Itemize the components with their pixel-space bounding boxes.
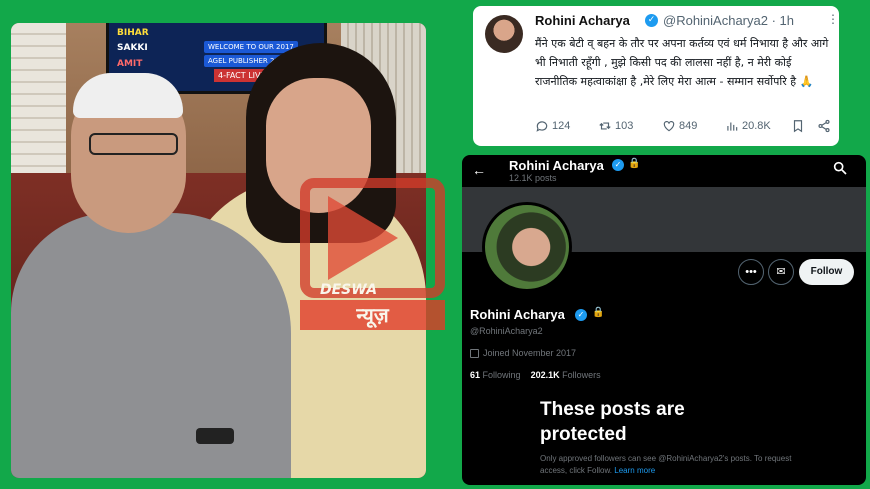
tweet-card[interactable]: Rohini Acharya ✓ @RohiniAcharya2 · 1h ⋮ …: [473, 6, 839, 146]
more-options-button[interactable]: •••: [738, 259, 764, 285]
share-icon: [818, 119, 830, 133]
followers-label: Followers: [562, 370, 601, 380]
watermark-hindi: न्यूज़: [300, 300, 445, 330]
avatar[interactable]: [482, 202, 572, 292]
message-button[interactable]: ✉: [768, 259, 794, 285]
bookmark-icon: [793, 120, 803, 133]
verified-badge-icon: ✓: [575, 309, 587, 321]
avatar[interactable]: [485, 15, 523, 53]
more-options-icon[interactable]: ⋮: [827, 12, 839, 26]
search-icon[interactable]: [832, 160, 848, 176]
photo-man-body: [11, 213, 291, 478]
retweet-count: 103: [615, 120, 634, 132]
photo-glasses: [89, 133, 178, 155]
lock-icon: 🔒: [592, 307, 605, 318]
reply-button[interactable]: 124: [535, 119, 570, 133]
following-link[interactable]: 61 Following: [470, 370, 521, 380]
retweet-icon: [599, 122, 611, 130]
watermark-brand: DESWA: [320, 282, 378, 298]
back-arrow-icon[interactable]: ←: [472, 162, 486, 178]
verified-badge-icon: ✓: [645, 14, 658, 27]
share-button[interactable]: [817, 119, 831, 133]
protected-note-text: Only approved followers can see @RohiniA…: [540, 454, 792, 475]
tv-text: BIHAR: [117, 28, 149, 38]
profile-top-bar: ← Rohini Acharya ✓ 🔒 12.1K posts: [462, 155, 866, 187]
protected-note: Only approved followers can see @RohiniA…: [540, 453, 820, 477]
learn-more-link[interactable]: Learn more: [614, 466, 655, 475]
calendar-icon: [470, 348, 479, 358]
photo-watch: [196, 428, 234, 444]
views-count: 20.8K: [742, 120, 771, 132]
tv-text: SAKKI: [117, 43, 148, 53]
bookmark-button[interactable]: [791, 119, 805, 133]
mail-icon: ✉: [776, 266, 786, 278]
protected-title: These posts are protected: [540, 399, 685, 445]
followers-link[interactable]: 202.1K Followers: [531, 370, 601, 380]
following-count: 61: [470, 370, 481, 380]
more-dots-icon: •••: [745, 266, 757, 278]
tv-text: AMIT: [117, 59, 143, 69]
tweet-author-handle[interactable]: @RohiniAcharya2 · 1h: [663, 13, 794, 28]
verified-badge-icon: ✓: [612, 159, 624, 171]
tweet-author-name[interactable]: Rohini Acharya: [535, 13, 630, 28]
lock-icon: 🔒: [628, 158, 641, 169]
photo-man-hair: [73, 73, 183, 118]
profile-name: Rohini Acharya: [470, 307, 565, 322]
profile-handle: @RohiniAcharya2: [470, 326, 543, 336]
photo-window: [11, 23, 66, 198]
reply-count: 124: [552, 120, 571, 132]
retweet-button[interactable]: 103: [598, 119, 633, 133]
followers-count: 202.1K: [530, 370, 560, 380]
post-count: 12.1K posts: [509, 173, 557, 183]
like-count: 849: [679, 120, 698, 132]
tweet-text: मैंने एक बेटी व् बहन के तौर पर अपना कर्त…: [535, 37, 829, 88]
play-icon: [328, 196, 398, 280]
following-label: Following: [482, 370, 521, 380]
profile-panel: ← Rohini Acharya ✓ 🔒 12.1K posts ••• ✉ F…: [462, 155, 866, 485]
heart-icon: [663, 121, 675, 132]
reply-icon: [536, 121, 548, 132]
watermark-logo: DESWA न्यूज़: [300, 178, 445, 330]
joined-text: Joined November 2017: [483, 348, 577, 358]
follow-button[interactable]: Follow: [799, 259, 854, 285]
tv-text: WELCOME TO OUR 2017: [204, 41, 298, 53]
views-chart-icon: [727, 122, 738, 131]
top-bar-name: Rohini Acharya: [509, 158, 604, 173]
follow-counts: 61 Following 202.1K Followers: [470, 370, 601, 380]
joined-date: Joined November 2017: [470, 348, 576, 358]
views-button[interactable]: 20.8K: [725, 119, 771, 133]
tweet-actions: 124 103 849 20.8K: [535, 119, 835, 137]
like-button[interactable]: 849: [662, 119, 697, 133]
